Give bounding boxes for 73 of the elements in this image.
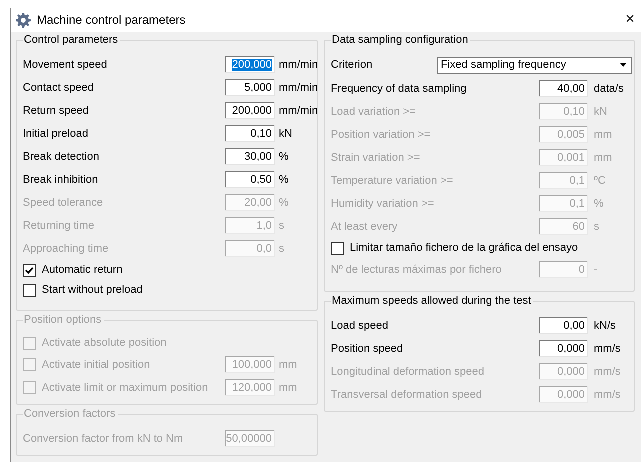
number-field[interactable]: 200,000 [225,56,275,73]
field-label: Approaching time [23,242,110,254]
field-label: At least every [331,220,399,232]
checkbox[interactable] [331,242,344,254]
field-label: Movement speed [23,58,108,70]
field-label: Break detection [23,150,100,162]
field-label: Load speed [331,320,390,332]
checkbox-label: Limitar tamaño fichero de la gráfica del ensayo [350,242,578,254]
unit-label: ºC [593,174,607,186]
field-label: Conversion factor from kN to Nm [23,432,184,444]
field-label: Longitudinal deformation speed [331,366,486,378]
field-label: Load variation >= [331,106,418,118]
field-label: Break inhibition [23,174,100,186]
number-field[interactable]: 30,00 [225,148,275,165]
field-label: Transversal deformation speed [331,388,484,400]
number-field[interactable]: 40,00 [539,80,588,97]
field-label: Temperature variation >= [331,174,454,186]
unit-label: % [278,150,290,162]
checkbox[interactable] [23,264,36,276]
field-label: Initial preload [23,128,90,140]
unit-label: kN/s [593,320,617,332]
unit-label: mm/s [593,342,622,354]
unit-label: % [278,174,290,186]
gear-icon [16,12,31,28]
checkbox-label: Activate absolute position [42,337,167,349]
unit-label: mm/min [278,58,317,70]
field-label: Position speed [331,342,404,354]
caret-icon [620,63,627,67]
unit-label: s [593,220,600,232]
checkbox-label: Activate initial position [42,358,150,370]
number-field[interactable]: 5,000 [225,79,275,96]
unit-label: mm [278,358,298,370]
unit-label: - [593,264,599,276]
unit-label: mm/min [278,104,317,116]
unit-label: mm [593,152,614,164]
field-label: Speed tolerance [23,196,104,208]
close-button[interactable]: × [622,11,639,29]
number-field[interactable]: 200,000 [225,102,275,119]
field-label: Returning time [23,220,96,232]
number-field[interactable]: 0,000 [539,340,588,357]
field-label: Frequency of data sampling [331,82,468,94]
unit-label: kN [593,106,608,118]
unit-label: mm/s [593,388,622,400]
unit-label: mm [278,382,298,394]
unit-label: mm/min [278,82,317,94]
unit-label: % [593,198,605,210]
field-label: Humidity variation >= [331,198,436,210]
unit-label: s [278,220,286,232]
group-title: Maximum speeds allowed during the test [331,295,534,308]
number-field[interactable]: 0,10 [225,125,275,142]
unit-label: data/s [593,82,625,94]
unit-label: s [278,242,286,254]
group-title: Control parameters [23,34,120,47]
window-title: Machine control parameters [37,13,187,27]
checkbox-label: Start without preload [42,284,143,296]
unit-label: % [278,196,290,208]
checkbox-label: Automatic return [42,264,123,276]
field-label: Strain variation >= [331,152,422,164]
group-title: Position options [23,314,104,327]
checkbox-label: Activate limit or maximum position [42,382,208,394]
field-label: Contact speed [23,82,95,94]
number-field[interactable]: 0,00 [539,317,588,334]
group-title: Data sampling configuration [331,34,470,47]
field-label: Position variation >= [331,128,432,140]
unit-label: mm [593,128,614,140]
unit-label: kN [278,128,294,140]
field-label: Nº de lecturas máximas por fichero [331,264,503,276]
checkbox[interactable] [23,284,36,296]
number-field[interactable]: 0,50 [225,171,275,188]
field-label: Criterion [331,59,374,71]
unit-label: mm/s [593,366,622,378]
dropdown[interactable]: Fixed sampling frequency [437,56,632,74]
field-label: Return speed [23,104,90,116]
